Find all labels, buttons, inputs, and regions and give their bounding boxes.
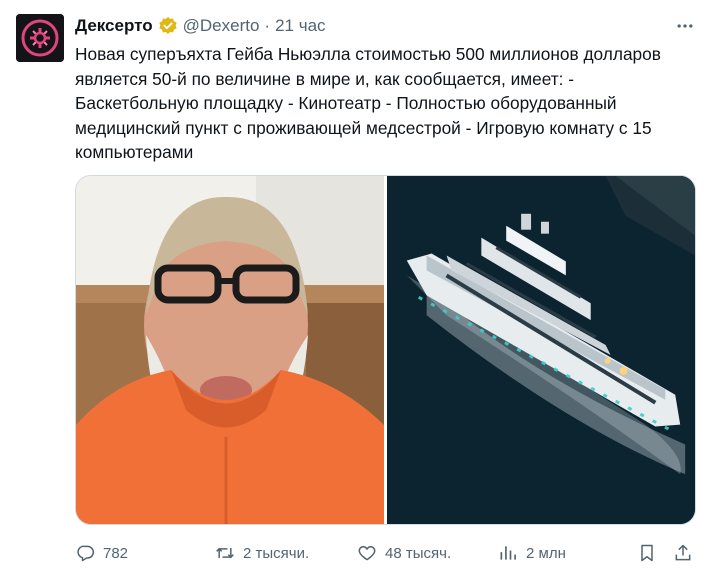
tweet-text: Новая суперъяхта Гейба Ньюэлла стоимость… — [75, 44, 661, 162]
retweet-button[interactable]: 2 тысячи. — [215, 540, 309, 566]
bar-chart-icon — [500, 546, 516, 560]
share-button[interactable] — [673, 540, 693, 566]
tweet-header: Дексерто @Dexerto · 21 час — [75, 14, 326, 38]
more-options-icon[interactable] — [672, 14, 698, 38]
verified-badge-icon[interactable] — [158, 16, 178, 36]
media-photo-man[interactable] — [76, 176, 384, 524]
tweet-actions: 782 2 тысячи. 48 тысяч. 2 млн — [75, 540, 700, 566]
reply-icon — [77, 545, 95, 562]
views-button[interactable]: 2 млн — [498, 540, 566, 566]
header-separator: · — [264, 16, 271, 35]
author-avatar[interactable] — [16, 14, 64, 62]
dexerto-logo-icon — [16, 14, 64, 62]
views-count: 2 млн — [526, 544, 566, 562]
author-handle[interactable]: @Dexerto — [183, 16, 260, 36]
media-photo-yacht[interactable] — [387, 176, 695, 524]
share-icon — [675, 544, 691, 561]
tweet[interactable]: Дексерто @Dexerto · 21 час Новая суперъя… — [0, 0, 718, 584]
tweet-media[interactable] — [75, 175, 696, 525]
reply-button[interactable]: 782 — [75, 540, 128, 566]
heart-icon — [358, 546, 376, 561]
author-name[interactable]: Дексерто — [75, 16, 153, 36]
like-button[interactable]: 48 тысяч. — [357, 540, 451, 566]
tweet-timestamp[interactable]: 21 час — [275, 16, 325, 36]
retweet-icon — [216, 547, 234, 559]
reply-count: 782 — [103, 544, 129, 562]
like-count: 48 тысяч. — [385, 544, 452, 562]
bookmark-icon — [641, 544, 653, 562]
bookmark-button[interactable] — [637, 540, 657, 566]
retweet-count: 2 тысячи. — [243, 544, 310, 562]
